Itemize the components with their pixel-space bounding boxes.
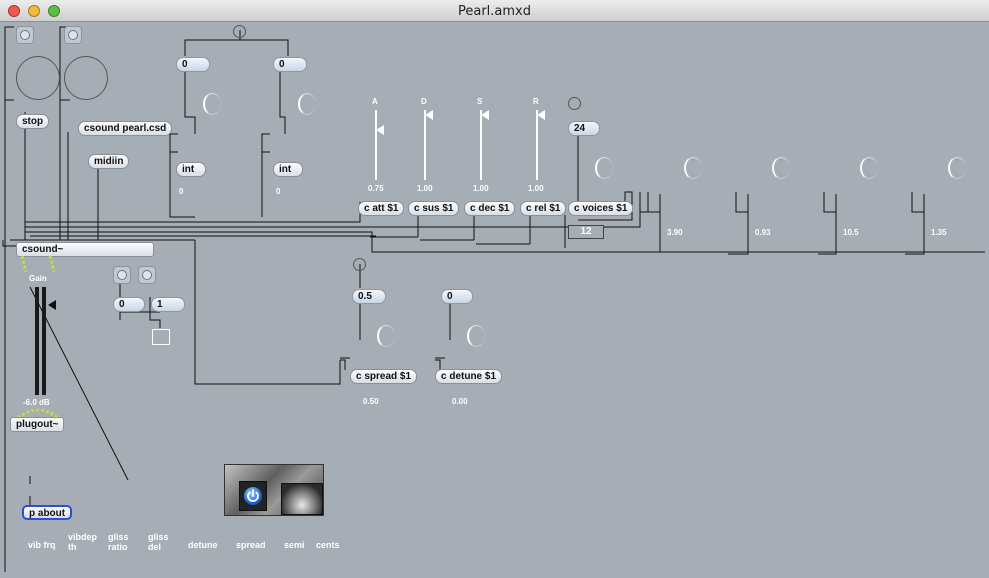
toggle-off[interactable] bbox=[113, 266, 131, 284]
power-icon-frame bbox=[239, 481, 267, 511]
decay-value: 1.00 bbox=[417, 184, 433, 193]
detune-output: 0.00 bbox=[452, 397, 468, 406]
attack-value: 0.75 bbox=[368, 184, 384, 193]
dial-top-left[interactable] bbox=[203, 93, 221, 115]
int-object-b[interactable]: int bbox=[273, 162, 303, 177]
image-panel bbox=[224, 464, 324, 516]
about-button[interactable]: p about bbox=[22, 505, 73, 520]
spread-output: 0.50 bbox=[363, 397, 379, 406]
patch-cords bbox=[2, 26, 985, 572]
toggle-left[interactable] bbox=[16, 26, 34, 44]
dial-1[interactable] bbox=[595, 157, 613, 179]
toggle-right[interactable] bbox=[64, 26, 82, 44]
bang-button-left[interactable] bbox=[16, 56, 60, 100]
csound-file-message[interactable]: csound pearl.csd bbox=[78, 121, 173, 136]
power-icon[interactable] bbox=[244, 487, 262, 505]
spread-number[interactable]: 0.5 bbox=[352, 289, 386, 304]
dial-2[interactable] bbox=[684, 157, 702, 179]
label-gliss-del: gliss del bbox=[148, 532, 169, 552]
gain-slider-thumb[interactable] bbox=[48, 300, 56, 310]
plugout-object[interactable]: plugout~ bbox=[10, 417, 64, 432]
level-meter-right bbox=[42, 287, 46, 395]
int-object-a[interactable]: int bbox=[176, 162, 206, 177]
bang-button-right[interactable] bbox=[64, 56, 108, 100]
patcher-canvas[interactable]: stop csound pearl.csd midiin 0 0 int int… bbox=[0, 22, 989, 578]
toggle-zero-number[interactable]: 0 bbox=[113, 297, 145, 312]
c-rel-message[interactable]: c rel $1 bbox=[520, 201, 567, 216]
release-slider[interactable] bbox=[530, 110, 545, 180]
spread-bang[interactable] bbox=[353, 258, 366, 271]
c-sus-message[interactable]: c sus $1 bbox=[408, 201, 460, 216]
dial-readout-2: 0.93 bbox=[755, 228, 771, 237]
dial-5[interactable] bbox=[948, 157, 966, 179]
toggle-one-number[interactable]: 1 bbox=[151, 297, 185, 312]
title-bar: Pearl.amxd bbox=[0, 0, 989, 22]
stop-message[interactable]: stop bbox=[16, 114, 50, 129]
c-detune-message[interactable]: c detune $1 bbox=[435, 369, 503, 384]
dial-top-right[interactable] bbox=[298, 93, 316, 115]
adsr-label-r: R bbox=[533, 97, 539, 106]
detune-dial[interactable] bbox=[467, 325, 485, 347]
label-vibdepth: vibdep th bbox=[68, 532, 98, 552]
int-b-output: 0 bbox=[276, 187, 281, 196]
adsr-label-a: A bbox=[372, 97, 378, 106]
c-att-message[interactable]: c att $1 bbox=[358, 201, 405, 216]
adsr-label-s: S bbox=[477, 97, 483, 106]
c-spread-message[interactable]: c spread $1 bbox=[350, 369, 418, 384]
dial-readout-1: 3.90 bbox=[667, 228, 683, 237]
spread-dial[interactable] bbox=[377, 325, 395, 347]
detune-number[interactable]: 0 bbox=[441, 289, 473, 304]
voices-bang[interactable] bbox=[568, 97, 581, 110]
dial-readout-4: 1.35 bbox=[931, 228, 947, 237]
c-dec-message[interactable]: c dec $1 bbox=[464, 201, 516, 216]
number-top-right[interactable]: 0 bbox=[273, 57, 307, 72]
label-gliss-ratio: gliss ratio bbox=[108, 532, 129, 552]
level-meter-left bbox=[35, 287, 39, 395]
sustain-slider[interactable] bbox=[474, 110, 489, 180]
label-semi: semi bbox=[284, 540, 305, 550]
int-a-output: 0 bbox=[179, 187, 184, 196]
csound-object[interactable]: csound~ bbox=[16, 242, 154, 257]
voices-numbox[interactable]: 12 bbox=[568, 225, 604, 239]
number-top-left[interactable]: 0 bbox=[176, 57, 210, 72]
knob-image-icon[interactable] bbox=[281, 483, 323, 515]
window-title: Pearl.amxd bbox=[457, 4, 531, 19]
dial-3[interactable] bbox=[772, 157, 790, 179]
toggle-on[interactable] bbox=[138, 266, 156, 284]
attack-slider[interactable] bbox=[369, 110, 384, 180]
label-vib-frq: vib frq bbox=[28, 540, 56, 550]
midiin-object[interactable]: midiin bbox=[88, 154, 130, 169]
decay-slider[interactable] bbox=[418, 110, 433, 180]
sustain-value: 1.00 bbox=[473, 184, 489, 193]
label-detune: detune bbox=[188, 540, 218, 550]
adsr-label-d: D bbox=[421, 97, 427, 106]
c-voices-message[interactable]: c voices $1 bbox=[568, 201, 634, 216]
loadbang-button[interactable] bbox=[233, 25, 246, 38]
gain-label: Gain bbox=[29, 274, 47, 283]
label-cents: cents bbox=[316, 540, 340, 550]
dial-4[interactable] bbox=[860, 157, 878, 179]
label-spread: spread bbox=[236, 540, 266, 550]
release-value: 1.00 bbox=[528, 184, 544, 193]
voices-number[interactable]: 24 bbox=[568, 121, 600, 136]
audio-cords bbox=[20, 256, 56, 273]
dial-readout-3: 10.5 bbox=[843, 228, 859, 237]
toggle-box[interactable] bbox=[152, 329, 170, 345]
